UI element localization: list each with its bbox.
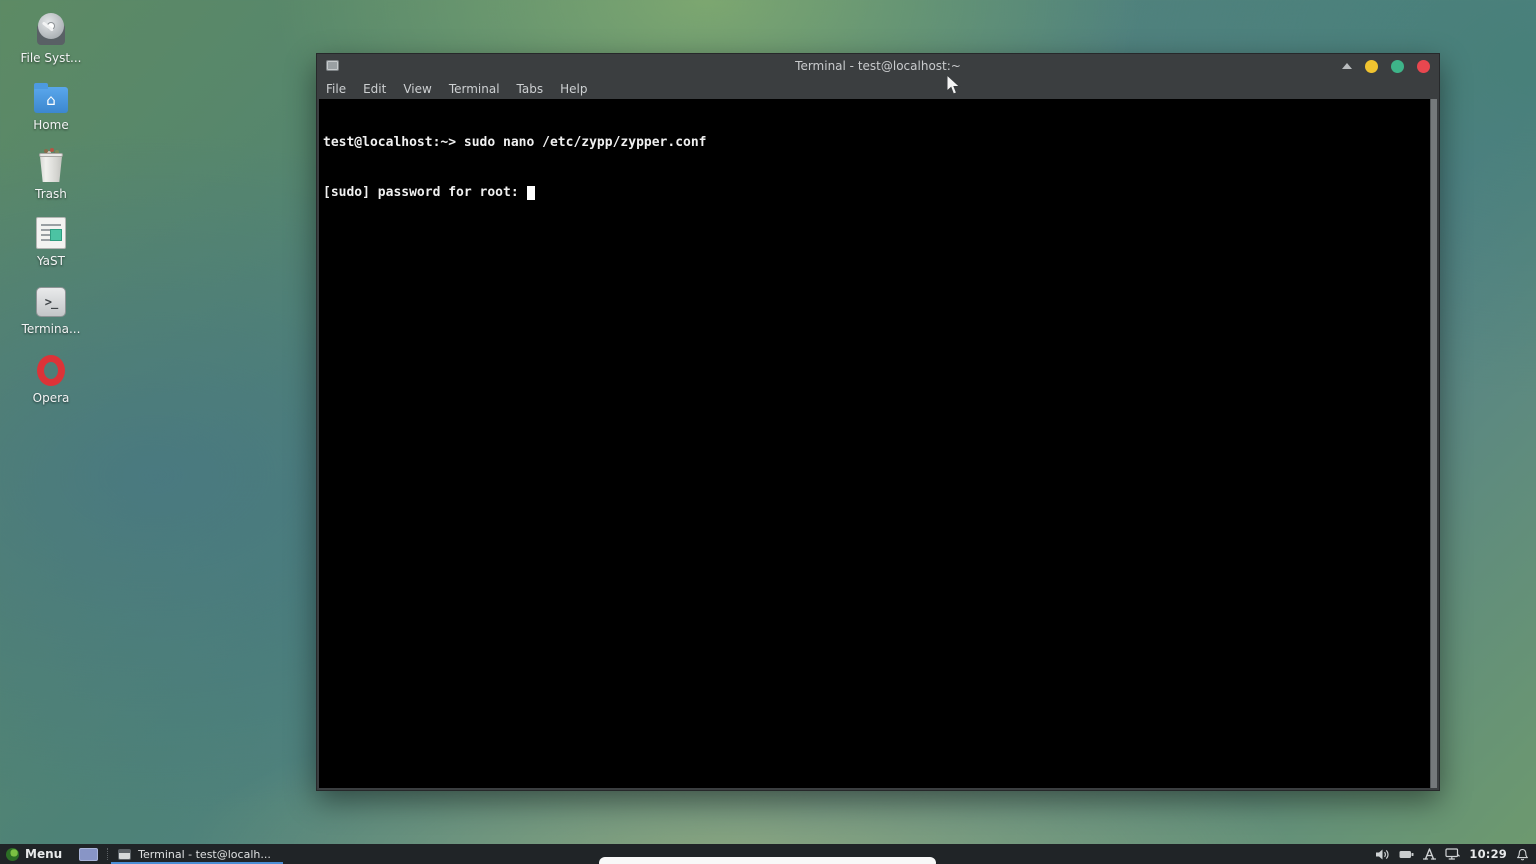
terminal-cursor <box>527 186 535 200</box>
menu-view[interactable]: View <box>403 82 431 96</box>
updater-icon[interactable] <box>1423 848 1436 860</box>
desktop-icon-file-system[interactable]: File Syst... <box>9 12 93 65</box>
taskbar-clock[interactable]: 10:29 <box>1469 847 1507 861</box>
battery-icon[interactable] <box>1399 850 1414 859</box>
desktop-icon-label: Trash <box>35 187 67 201</box>
desktop-icon-opera[interactable]: Opera <box>9 355 93 405</box>
menu-help[interactable]: Help <box>560 82 587 96</box>
menu-file[interactable]: File <box>326 82 346 96</box>
menu-button-label: Menu <box>25 847 62 861</box>
mouse-cursor <box>946 74 962 96</box>
bottom-bar-overlay <box>599 857 936 864</box>
shade-button[interactable] <box>1342 63 1352 69</box>
yast-icon <box>36 217 66 249</box>
window-titlebar[interactable]: Terminal - test@localhost:~ <box>317 54 1439 78</box>
trash-icon <box>38 148 64 182</box>
house-glyph-icon: ⌂ <box>34 87 68 113</box>
notifications-icon[interactable] <box>1516 848 1529 861</box>
workspace-pager[interactable] <box>79 848 98 861</box>
desktop-icon-label: File Syst... <box>20 51 81 65</box>
distro-logo-icon <box>6 848 19 861</box>
menu-terminal[interactable]: Terminal <box>449 82 500 96</box>
desktop-icon-trash[interactable]: Trash <box>9 148 93 201</box>
desktop-icon-label: Termina... <box>22 322 81 336</box>
display-icon[interactable] <box>1445 848 1460 860</box>
task-terminal-icon <box>118 849 131 860</box>
menu-edit[interactable]: Edit <box>363 82 386 96</box>
menu-tabs[interactable]: Tabs <box>517 82 544 96</box>
desktop-icon-home[interactable]: ⌂ Home <box>9 82 93 132</box>
terminal-line: test@localhost:~> sudo nano /etc/zypp/zy… <box>323 135 1425 152</box>
task-label: Terminal - test@localh... <box>138 848 271 861</box>
desktop-icon-label: Opera <box>33 391 70 405</box>
taskbar-separator <box>107 848 108 860</box>
system-tray: 10:29 <box>1375 847 1536 861</box>
applications-menu-button[interactable]: Menu <box>0 844 71 864</box>
window-title: Terminal - test@localhost:~ <box>795 59 961 73</box>
taskbar-task-terminal[interactable]: Terminal - test@localh... <box>111 844 283 864</box>
terminal-menubar: File Edit View Terminal Tabs Help <box>317 78 1439 99</box>
minimize-button[interactable] <box>1365 60 1378 73</box>
terminal-scrollbar[interactable] <box>1430 99 1437 788</box>
window-terminal-icon <box>326 60 339 71</box>
terminal-emulator-icon: >_ <box>36 287 66 317</box>
desktop-icon-terminal[interactable]: >_ Termina... <box>9 287 93 336</box>
desktop-icon-yast[interactable]: YaST <box>9 217 93 268</box>
close-button[interactable] <box>1417 60 1430 73</box>
opera-icon <box>37 355 65 386</box>
terminal-screen[interactable]: test@localhost:~> sudo nano /etc/zypp/zy… <box>319 99 1437 788</box>
terminal-window: Terminal - test@localhost:~ File Edit Vi… <box>316 53 1440 791</box>
maximize-button[interactable] <box>1391 60 1404 73</box>
desktop-icon-label: YaST <box>37 254 65 268</box>
terminal-line: [sudo] password for root: <box>323 185 1425 202</box>
volume-icon[interactable] <box>1375 848 1390 861</box>
home-folder-icon: ⌂ <box>34 87 68 113</box>
file-system-icon <box>34 12 68 46</box>
desktop-icon-label: Home <box>33 118 68 132</box>
